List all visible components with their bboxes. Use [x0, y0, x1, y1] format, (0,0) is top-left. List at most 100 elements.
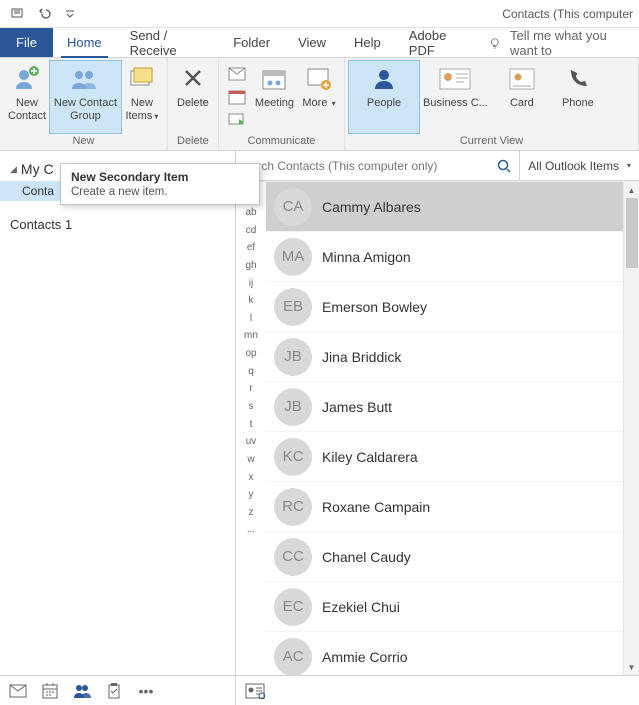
- navigation-pane: ◢ My C Conta Contacts 1 •••: [0, 151, 236, 705]
- ribbon-group-new: New Contact New Contact Group New Items▾…: [0, 58, 168, 150]
- alpha-z[interactable]: z: [249, 504, 254, 522]
- scroll-down-icon[interactable]: ▼: [624, 659, 639, 675]
- contact-row[interactable]: CCChanel Caudy: [266, 532, 623, 582]
- avatar: EB: [274, 288, 312, 326]
- alpha-ij[interactable]: ij: [249, 274, 253, 292]
- tell-me-search[interactable]: Tell me what you want to: [480, 28, 639, 57]
- tab-file[interactable]: File: [0, 28, 53, 57]
- ribbon-group-delete-label: Delete: [168, 133, 218, 150]
- contact-row[interactable]: JB Jina Briddick: [266, 332, 623, 382]
- alpha-uv[interactable]: uv: [246, 433, 257, 451]
- content-pane: All Outlook Items ▾ 123abcdefghijklmnopq…: [236, 151, 639, 705]
- new-contact-icon: [10, 63, 44, 95]
- alpha-s[interactable]: s: [249, 398, 254, 416]
- tab-adobe-pdf[interactable]: Adobe PDF: [395, 28, 481, 57]
- tasks-switch-icon[interactable]: [100, 679, 128, 703]
- alpha-r[interactable]: r: [249, 380, 252, 398]
- avatar: JB: [274, 388, 312, 426]
- search-input[interactable]: [244, 159, 493, 173]
- alpha-cd[interactable]: cd: [246, 221, 257, 239]
- contact-name: Cammy Albares: [322, 199, 421, 215]
- alpha-ef[interactable]: ef: [247, 239, 255, 257]
- avatar: KC: [274, 438, 312, 476]
- new-contact-group-icon: [68, 63, 102, 95]
- contact-row[interactable]: JBJames Butt: [266, 382, 623, 432]
- new-contact-group-button[interactable]: New Contact Group: [50, 61, 121, 133]
- meeting-icon: [257, 63, 291, 95]
- tab-send-receive[interactable]: Send / Receive: [116, 28, 220, 57]
- contacts-list[interactable]: CACammy AlbaresMAMinna Amigon EB Emerson B…: [266, 182, 623, 675]
- nav-more-icon[interactable]: •••: [132, 679, 160, 703]
- undo-icon[interactable]: [32, 3, 56, 25]
- search-box[interactable]: [236, 151, 520, 180]
- contact-name: Minna Amigon: [322, 249, 411, 265]
- qat-customize-icon[interactable]: [58, 3, 82, 25]
- new-items-button[interactable]: New Items▾: [121, 61, 163, 133]
- alpha-ab[interactable]: ab: [245, 204, 256, 222]
- more-button[interactable]: More ▾: [298, 61, 340, 133]
- alpha-t[interactable]: t: [250, 415, 253, 433]
- scope-dropdown[interactable]: All Outlook Items ▾: [520, 151, 639, 180]
- contact-row[interactable]: EC Ezekiel Chui: [266, 582, 623, 632]
- forward-contact-icon[interactable]: [225, 109, 249, 131]
- ribbon-group-new-label: New: [0, 133, 167, 150]
- alpha-q[interactable]: q: [248, 362, 254, 380]
- main-area: ◢ My C Conta Contacts 1 ••• All Outlook …: [0, 151, 639, 705]
- business-card-icon: [438, 63, 472, 95]
- avatar: EC: [274, 588, 312, 626]
- alpha-k[interactable]: k: [249, 292, 254, 310]
- calendar-switch-icon[interactable]: [36, 679, 64, 703]
- search-icon[interactable]: [493, 159, 515, 173]
- contact-row[interactable]: ACAmmie Corrio: [266, 632, 623, 675]
- alpha-mn[interactable]: mn: [244, 327, 258, 345]
- tab-view[interactable]: View: [284, 28, 340, 57]
- scrollbar[interactable]: ▲ ▼: [623, 182, 639, 675]
- contact-name: Emerson Bowley: [322, 299, 427, 315]
- contact-row[interactable]: EB Emerson Bowley: [266, 282, 623, 332]
- tab-folder[interactable]: Folder: [219, 28, 284, 57]
- scroll-up-icon[interactable]: ▲: [624, 182, 639, 198]
- contact-name: Jina Briddick: [322, 349, 401, 365]
- email-icon[interactable]: [225, 63, 249, 85]
- contact-card-icon[interactable]: [242, 680, 268, 702]
- meeting-button[interactable]: Meeting: [251, 61, 298, 133]
- calendar-small-icon[interactable]: [225, 86, 249, 108]
- tab-home[interactable]: Home: [53, 28, 116, 57]
- alpha-x[interactable]: x: [249, 468, 254, 486]
- view-business-card-button[interactable]: Business C...: [419, 61, 492, 133]
- bulb-icon: [488, 35, 502, 51]
- view-phone-button[interactable]: Phone: [552, 61, 604, 133]
- avatar: JB: [274, 338, 312, 376]
- people-switch-icon[interactable]: [68, 679, 96, 703]
- delete-button[interactable]: Delete: [172, 61, 214, 133]
- tab-help[interactable]: Help: [340, 28, 395, 57]
- phone-icon: [561, 63, 595, 95]
- alpha-w[interactable]: w: [247, 451, 254, 469]
- scroll-thumb[interactable]: [626, 198, 638, 268]
- avatar: CC: [274, 538, 312, 576]
- nav-folder-contacts-1[interactable]: Contacts 1: [0, 201, 235, 238]
- ribbon-group-communicate: Meeting More ▾ Communicate: [219, 58, 345, 150]
- new-contact-button[interactable]: New Contact: [4, 61, 50, 133]
- alpha-gh[interactable]: gh: [245, 257, 256, 275]
- ribbon: New Contact New Contact Group New Items▾…: [0, 58, 639, 151]
- mail-switch-icon[interactable]: [4, 679, 32, 703]
- alpha-y[interactable]: y: [249, 486, 254, 504]
- send-receive-all-icon[interactable]: [6, 3, 30, 25]
- quick-access-toolbar: [6, 3, 82, 25]
- view-people-button[interactable]: People: [349, 61, 419, 133]
- ribbon-tabs: File Home Send / Receive Folder View Hel…: [0, 28, 639, 58]
- contact-row[interactable]: MAMinna Amigon: [266, 232, 623, 282]
- contact-row[interactable]: CACammy Albares: [266, 182, 623, 232]
- alpha-l[interactable]: l: [250, 309, 252, 327]
- search-row: All Outlook Items ▾: [236, 151, 639, 181]
- contact-row[interactable]: KCKiley Caldarera: [266, 432, 623, 482]
- contact-name: Ammie Corrio: [322, 649, 408, 665]
- nav-switcher: •••: [0, 675, 235, 705]
- alpha-op[interactable]: op: [245, 345, 256, 363]
- contact-name: Ezekiel Chui: [322, 599, 400, 615]
- ribbon-group-delete: Delete Delete: [168, 58, 219, 150]
- view-card-button[interactable]: Card: [492, 61, 552, 133]
- contact-row[interactable]: RCRoxane Campain: [266, 482, 623, 532]
- alpha-...[interactable]: ...: [247, 521, 255, 539]
